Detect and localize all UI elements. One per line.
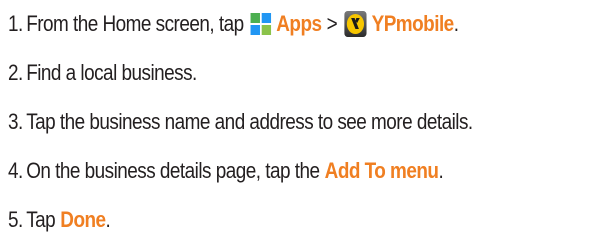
add-to-menu-label: Add To menu: [324, 157, 439, 183]
step-4: 4. On the business details page, tap the…: [8, 146, 601, 195]
step-period: .: [105, 206, 111, 232]
step-number: 1.: [8, 11, 23, 37]
step-text: On the business details page, tap the: [26, 157, 320, 183]
step-number: 5.: [8, 206, 23, 232]
step-number: 4.: [8, 157, 23, 183]
step-1: 1. From the Home screen, tap Apps > YPmo…: [8, 0, 601, 49]
path-separator: >: [326, 11, 338, 37]
step-text: Tap: [26, 206, 56, 232]
step-5: 5. Tap Done .: [8, 195, 601, 244]
instruction-steps: 1. From the Home screen, tap Apps > YPmo…: [8, 0, 600, 244]
step-text: Tap the business name and address to see…: [26, 108, 473, 134]
ypmobile-logo-icon: [344, 11, 367, 38]
step-number: 2.: [8, 60, 23, 86]
step-number: 3.: [8, 108, 23, 134]
ypmobile-label: YPmobile: [371, 11, 455, 37]
apps-label: Apps: [276, 11, 322, 37]
step-period: .: [453, 11, 459, 37]
apps-grid-icon: [250, 13, 272, 36]
step-3: 3. Tap the business name and address to …: [8, 98, 601, 147]
step-text: Find a local business.: [26, 60, 197, 86]
step-period: .: [438, 157, 444, 183]
done-label: Done: [60, 206, 106, 232]
step-2: 2. Find a local business.: [8, 49, 601, 98]
step-text: From the Home screen, tap: [26, 11, 244, 37]
